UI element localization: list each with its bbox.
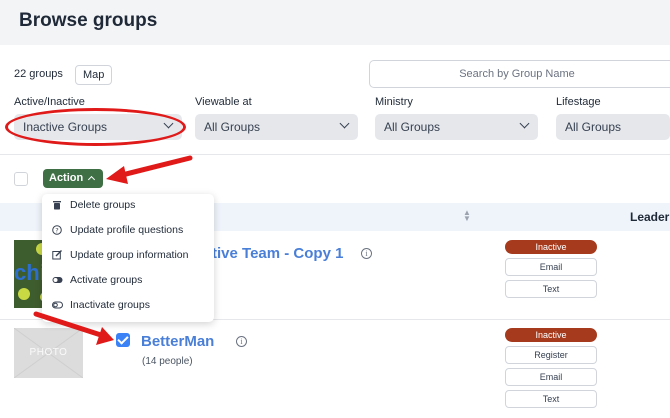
annotation-arrows <box>33 155 193 345</box>
arrow-to-row-checkbox-annotation <box>33 311 114 345</box>
arrow-to-action-button-annotation <box>106 155 193 184</box>
